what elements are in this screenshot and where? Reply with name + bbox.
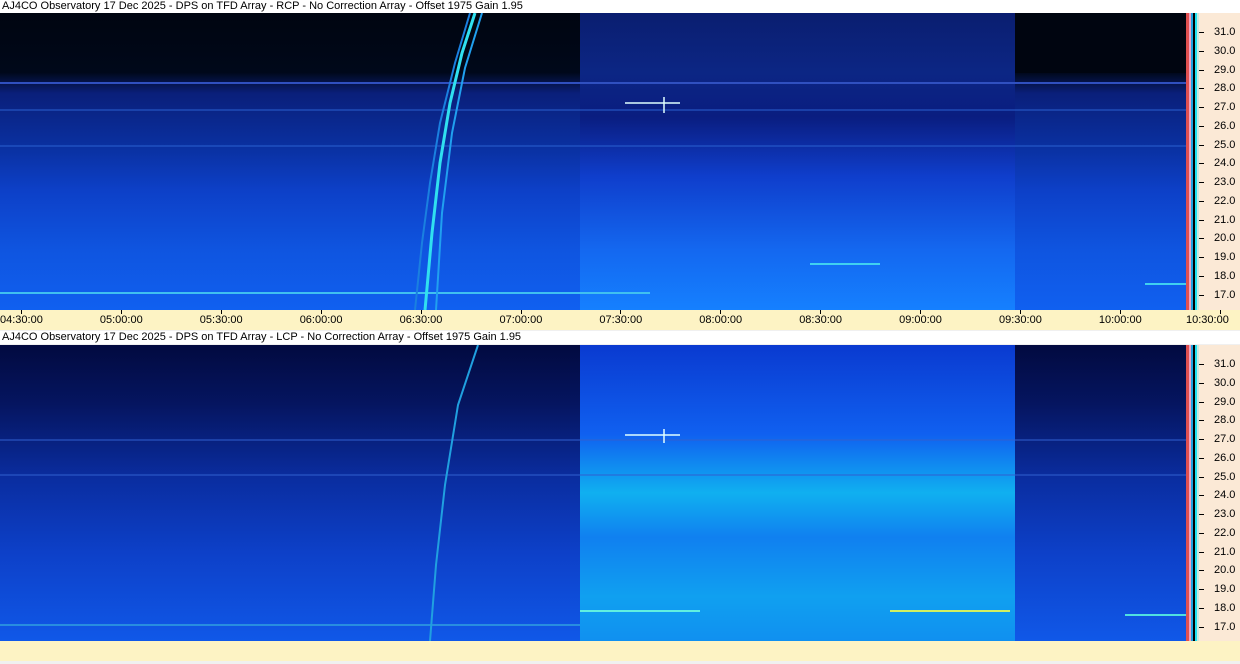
freq-tickmark (1199, 382, 1204, 384)
spectrogram-rcp-image (0, 13, 1186, 310)
time-tick-label: 09:00:00 (899, 314, 942, 326)
freq-tick-label: 25.0 (1214, 138, 1236, 151)
freq-tick-label: 23.0 (1214, 508, 1236, 520)
freq-tickmark (1199, 88, 1204, 90)
freq-tickmark (1199, 532, 1204, 534)
panel-title-rcp: AJ4CO Observatory 17 Dec 2025 - DPS on T… (0, 0, 1240, 13)
spectrogram-panel-rcp: 31.0 30.0 29.0 28.0 27.0 26.0 25.0 24.0 23.0 22.0… (0, 13, 1240, 310)
freq-tickmark (1199, 107, 1204, 108)
freq-tick-label: 18.0 (1214, 269, 1236, 282)
freq-tick-label: 26.0 (1214, 119, 1236, 132)
time-tick-label: 06:00:00 (299, 314, 343, 326)
time-tick-label: 10:00:00 (1098, 314, 1142, 326)
freq-tickmark (1199, 50, 1204, 52)
freq-tickmark (1199, 219, 1204, 221)
freq-tickmark (1199, 69, 1204, 71)
freq-tickmark (1199, 495, 1204, 497)
frequency-axis-rcp: 31.0 30.0 29.0 28.0 27.0 26.0 25.0 24.0 23.0 22.0… (1199, 13, 1240, 310)
freq-tickmark (1199, 257, 1204, 258)
freq-tickmark (1199, 275, 1204, 277)
freq-tickmark (1199, 401, 1204, 403)
spectrogram-lcp (0, 345, 1186, 641)
colorbar-rcp (1186, 13, 1199, 310)
freq-tick-label: 30.0 (1214, 44, 1236, 57)
freq-tick-label: 21.0 (1214, 545, 1236, 558)
time-tick-label: 08:30:00 (799, 314, 843, 326)
freq-tickmark (1199, 294, 1204, 296)
freq-tick-label: 30.0 (1214, 376, 1236, 389)
panel-title-lcp: AJ4CO Observatory 17 Dec 2025 - DPS on T… (0, 331, 1240, 344)
freq-tick-label: 24.0 (1214, 157, 1236, 170)
freq-tickmark (1199, 551, 1204, 553)
freq-tick-label: 29.0 (1214, 395, 1236, 408)
time-tick-label: 08:00:00 (699, 314, 743, 326)
freq-tick-label: 27.0 (1214, 433, 1236, 445)
time-tick-label: 06:30:00 (399, 314, 443, 326)
freq-tickmark (1199, 439, 1204, 440)
freq-tick-label: 24.0 (1214, 489, 1236, 502)
freq-tick-label: 29.0 (1214, 63, 1236, 76)
freq-tick-label: 17.0 (1214, 288, 1236, 301)
freq-tickmark (1199, 589, 1204, 590)
colorbar-lcp (1186, 345, 1199, 641)
time-tick-label: 05:30:00 (199, 314, 243, 326)
freq-tick-label: 26.0 (1214, 451, 1236, 464)
freq-tick-label: 20.0 (1214, 564, 1236, 577)
freq-tickmark (1199, 514, 1204, 515)
spectrogram-panel-lcp: 31.0 30.0 29.0 28.0 27.0 26.0 25.0 24.0 23.0 22.0… (0, 345, 1240, 641)
freq-tickmark (1199, 182, 1204, 183)
freq-tick-label: 23.0 (1214, 176, 1236, 188)
freq-tick-label: 25.0 (1214, 470, 1236, 483)
time-axis: 04:30:00 05:00:00 05:30:00 06:00:00 06:30:00… (0, 310, 1240, 330)
freq-tick-label: 27.0 (1214, 101, 1236, 113)
freq-tick-label: 31.0 (1214, 358, 1236, 370)
freq-tick-label: 31.0 (1214, 26, 1236, 38)
freq-tick-label: 19.0 (1214, 583, 1236, 595)
freq-tick-label: 17.0 (1214, 620, 1236, 633)
freq-tick-label: 20.0 (1214, 232, 1236, 245)
freq-tickmark (1199, 607, 1204, 609)
bottom-strip (0, 641, 1240, 661)
time-tick-label: 10:30:00 (1186, 314, 1229, 326)
freq-tickmark (1199, 200, 1204, 202)
freq-tick-label: 19.0 (1214, 251, 1236, 263)
freq-tickmark (1199, 626, 1204, 628)
freq-tick-label: 22.0 (1214, 194, 1236, 207)
freq-tickmark (1199, 144, 1204, 146)
freq-tickmark (1199, 163, 1204, 165)
freq-tick-label: 21.0 (1214, 213, 1236, 226)
freq-tickmark (1199, 32, 1204, 33)
freq-tick-label: 28.0 (1214, 414, 1236, 427)
freq-tick-label: 28.0 (1214, 82, 1236, 95)
freq-tickmark (1199, 238, 1204, 240)
time-tick-label: 07:30:00 (599, 314, 643, 326)
freq-tick-label: 22.0 (1214, 526, 1236, 539)
freq-tick-label: 18.0 (1214, 601, 1236, 614)
frequency-axis-lcp: 31.0 30.0 29.0 28.0 27.0 26.0 25.0 24.0 23.0 22.0… (1199, 345, 1240, 641)
time-tick-label: 09:30:00 (999, 314, 1042, 326)
freq-tickmark (1199, 570, 1204, 572)
spectrogram-lcp-image (0, 345, 1186, 641)
freq-tickmark (1199, 476, 1204, 478)
spectrogram-rcp (0, 13, 1186, 310)
freq-tickmark (1199, 125, 1204, 127)
time-tick-label: 05:00:00 (99, 314, 143, 326)
time-tick-label: 04:30:00 (0, 314, 43, 326)
freq-tickmark (1199, 457, 1204, 459)
time-tick-label: 07:00:00 (499, 314, 543, 326)
freq-tickmark (1199, 364, 1204, 365)
freq-tickmark (1199, 420, 1204, 422)
